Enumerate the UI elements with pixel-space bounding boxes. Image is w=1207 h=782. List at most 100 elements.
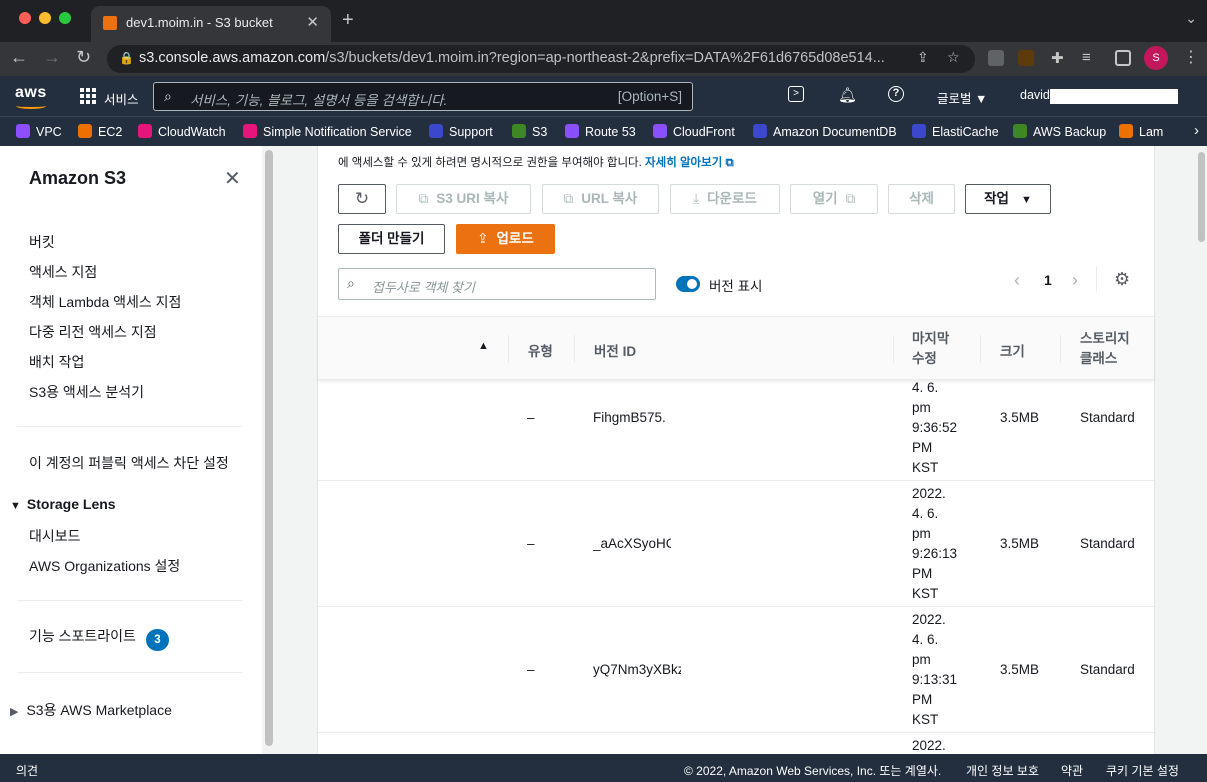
search-icon: ⌕ <box>347 275 355 291</box>
storage-lens-section[interactable]: ▼ Storage Lens <box>10 496 116 512</box>
sidebar-item-feature-spotlight[interactable]: 기능 스포트라이트 3 <box>29 626 169 651</box>
table-row[interactable]: – _aAcXSyoHCx 2022.4. 6.pm9:26:13PMKST 3… <box>318 481 1154 607</box>
actions-dropdown[interactable]: 작업 ▼ <box>965 184 1051 214</box>
sidebar-item-access-analyzer[interactable]: S3용 액세스 분석기 <box>29 382 144 402</box>
sidebar-item-dashboards[interactable]: 대시보드 <box>29 526 81 546</box>
console-footer: 의견 © 2022, Amazon Web Services, Inc. 또는 … <box>0 754 1207 782</box>
favorite-sns[interactable]: Simple Notification Service <box>243 124 412 139</box>
close-window-button[interactable] <box>19 12 31 24</box>
sidebar-item-organizations[interactable]: AWS Organizations 설정 <box>29 556 180 576</box>
divider <box>17 672 242 673</box>
bell-icon[interactable]: 🔔︎ <box>838 86 857 104</box>
create-folder-button[interactable]: 폴더 만들기 <box>338 224 445 254</box>
sidebar-title: Amazon S3 <box>29 168 127 188</box>
menu-dots-icon[interactable]: ⋮ <box>1183 47 1199 67</box>
learn-more-link[interactable]: 자세히 알아보기 ⧉ <box>645 157 734 169</box>
sidebar-item-buckets[interactable]: 버킷 <box>29 232 55 252</box>
column-header-last-modified[interactable]: 마지막 수정 <box>912 329 949 369</box>
sidebar-item-marketplace[interactable]: ▶ S3용 AWS Marketplace <box>10 700 172 720</box>
copy-url-button[interactable]: ⧉ URL 복사 <box>542 184 659 214</box>
sidebar-item-batch-ops[interactable]: 배치 작업 <box>29 352 84 372</box>
sidebar-scrollbar-thumb[interactable] <box>265 150 273 746</box>
page-scrollbar-thumb[interactable] <box>1198 152 1205 242</box>
back-arrow-icon[interactable]: ← <box>10 47 28 68</box>
favorite-route53[interactable]: Route 53 <box>565 124 636 139</box>
copyright-text: © 2022, Amazon Web Services, Inc. 또는 계열사… <box>684 764 942 778</box>
favorite-ec2[interactable]: EC2 <box>78 124 122 139</box>
current-page[interactable]: 1 <box>1044 272 1052 288</box>
sidebar-item-block-public-access[interactable]: 이 계정의 퍼블릭 액세스 차단 설정 <box>29 453 229 473</box>
profile-avatar[interactable]: S <box>1144 46 1168 70</box>
column-header-type[interactable]: 유형 <box>528 340 553 360</box>
favorite-support[interactable]: Support <box>429 124 493 139</box>
open-button[interactable]: 열기 ⧉ <box>790 184 878 214</box>
previous-page-icon[interactable]: ‹ <box>1014 270 1020 291</box>
browser-tab[interactable]: dev1.moim.in - S3 bucket ✕ <box>91 6 331 42</box>
favorite-elasticache[interactable]: ElastiCache <box>912 124 999 139</box>
column-header-size[interactable]: 크기 <box>1000 340 1025 360</box>
favorite-s3[interactable]: S3 <box>512 124 547 139</box>
sidebar-item-multi-region[interactable]: 다중 리전 액세스 지점 <box>29 322 157 342</box>
column-header-version-id[interactable]: 버전 ID <box>594 340 636 360</box>
table-row[interactable]: 2022. <box>318 733 1154 754</box>
aws-logo[interactable]: aws <box>15 84 47 109</box>
url-text: s3.console.aws.amazon.com/s3/buckets/dev… <box>139 50 885 66</box>
table-row[interactable]: – yQ7Nm3yXBkz 2022. 4. 6. pm 9:13:31 PM KST 3… <box>318 607 1154 733</box>
chevron-down-icon[interactable]: ⌄ <box>1185 10 1197 27</box>
favorite-cloudwatch[interactable]: CloudWatch <box>138 124 226 139</box>
sidepanel-icon[interactable] <box>1115 50 1131 66</box>
show-versions-toggle[interactable] <box>676 276 700 292</box>
favorite-vpc[interactable]: VPC <box>16 124 62 139</box>
sort-ascending-icon[interactable]: ▲ <box>478 340 489 352</box>
address-bar[interactable]: 🔒 s3.console.aws.amazon.com/s3/buckets/d… <box>107 45 975 73</box>
minimize-window-button[interactable] <box>39 12 51 24</box>
extension-icon[interactable] <box>988 50 1004 66</box>
maximize-window-button[interactable] <box>59 12 71 24</box>
services-menu[interactable]: 서비스 <box>104 89 139 108</box>
chevron-right-icon[interactable]: › <box>1194 122 1199 139</box>
console-search-input[interactable]: ⌕ 서비스, 기능, 블로그, 설명서 등을 검색합니다. [Option+S] <box>153 82 693 111</box>
feedback-link[interactable]: 의견 <box>16 762 38 779</box>
external-link-icon: ⧉ <box>725 157 734 169</box>
close-tab-icon[interactable]: ✕ <box>306 13 319 31</box>
find-objects-input[interactable]: ⌕ 접두사로 객체 찾기 <box>338 268 656 300</box>
copy-s3-uri-button[interactable]: ⧉ S3 URI 복사 <box>396 184 531 214</box>
close-icon[interactable]: ✕ <box>224 166 241 191</box>
privacy-link[interactable]: 개인 정보 보호 <box>966 762 1039 779</box>
new-tab-button[interactable]: + <box>342 9 354 32</box>
next-page-icon[interactable]: › <box>1072 270 1078 291</box>
extension-icon[interactable] <box>1018 50 1034 66</box>
puzzle-icon[interactable]: ✚ <box>1051 49 1064 67</box>
sidebar-item-object-lambda[interactable]: 객체 Lambda 액세스 지점 <box>29 292 181 312</box>
redacted-account-name <box>1050 89 1178 104</box>
copy-icon: ⧉ <box>563 191 574 206</box>
favorite-cloudfront[interactable]: CloudFront <box>653 124 735 139</box>
account-menu[interactable]: david <box>1020 88 1050 102</box>
cookie-preferences-link[interactable]: 쿠키 기본 설정 <box>1106 762 1179 779</box>
cloudshell-icon[interactable]: > <box>788 86 804 102</box>
column-header-storage-class[interactable]: 스토리지 클래스 <box>1080 329 1130 369</box>
version-id-cell[interactable]: _aAcXSyoHCx <box>593 536 671 551</box>
forward-arrow-icon[interactable]: → <box>43 47 61 68</box>
region-selector[interactable]: 글로벌 ▼ <box>937 88 987 107</box>
favorite-documentdb[interactable]: Amazon DocumentDB <box>753 124 897 139</box>
version-id-cell[interactable]: yQ7Nm3yXBkz <box>593 662 681 677</box>
refresh-button[interactable]: ↻ <box>338 184 386 214</box>
help-icon[interactable]: ? <box>888 86 904 102</box>
sidebar-item-access-points[interactable]: 액세스 지점 <box>29 262 97 282</box>
find-placeholder: 접두사로 객체 찾기 <box>372 280 475 295</box>
media-icon[interactable]: ≡ <box>1082 49 1091 66</box>
bookmark-star-icon[interactable]: ☆ <box>947 49 960 66</box>
share-icon[interactable]: ⇪ <box>917 49 929 66</box>
upload-button[interactable]: ⇪ 업로드 <box>456 224 555 254</box>
download-button[interactable]: ⤓ 다운로드 <box>670 184 780 214</box>
gear-icon[interactable]: ⚙ <box>1114 269 1130 290</box>
delete-button[interactable]: 삭제 <box>888 184 955 214</box>
reload-icon[interactable]: ↻ <box>76 47 91 68</box>
terms-link[interactable]: 약관 <box>1061 762 1083 779</box>
table-row[interactable]: – FihgmB575. 4. 6. pm 9:36:52 PM KST 3.5MB S… <box>318 380 1154 481</box>
version-id-cell[interactable]: FihgmB575. <box>593 410 673 425</box>
services-grid-icon[interactable] <box>80 88 96 104</box>
favorite-lambda[interactable]: Lam <box>1119 124 1169 139</box>
favorite-aws-backup[interactable]: AWS Backup <box>1013 124 1106 139</box>
